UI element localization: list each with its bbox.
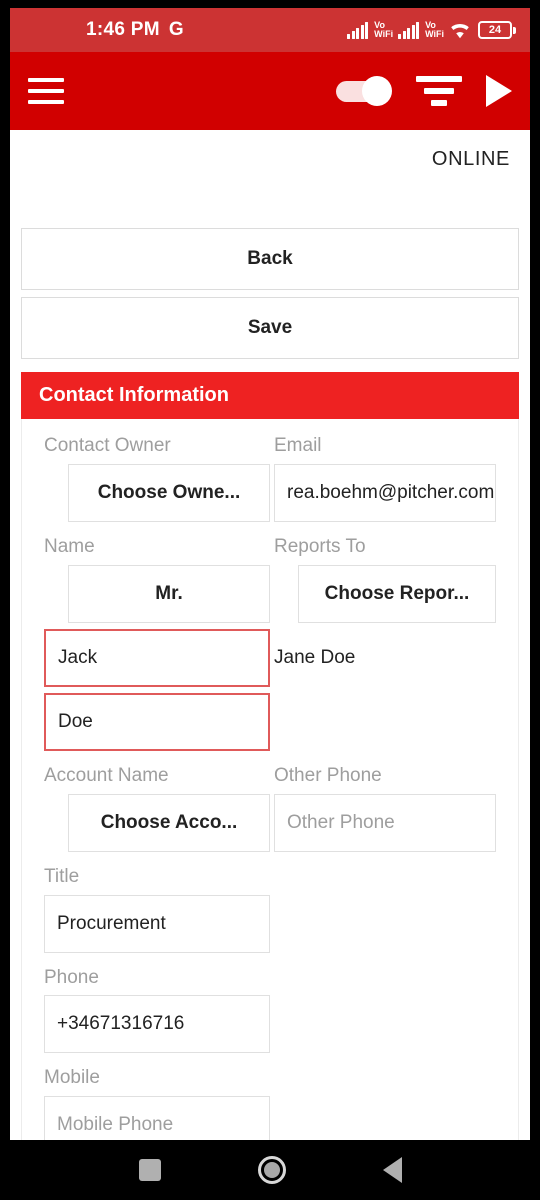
signal-strength-icon-1 xyxy=(347,21,369,39)
email-field[interactable]: rea.boehm@pitcher.com xyxy=(274,463,496,522)
android-navigation-bar xyxy=(0,1140,540,1200)
play-icon[interactable] xyxy=(486,75,512,107)
salutation-field[interactable]: Mr. xyxy=(68,564,270,623)
account-name-chooser[interactable]: Choose Acco... xyxy=(68,793,270,852)
status-icons: Vo WiFi Vo WiFi 24 xyxy=(347,21,516,39)
device-frame: 1:46 PM G Vo WiFi Vo WiFi 24 ONLINE Back… xyxy=(0,0,540,1200)
row-title: Title Procurement xyxy=(22,858,518,959)
toggle-switch-icon[interactable] xyxy=(336,76,392,106)
triangle-back-icon[interactable] xyxy=(382,1157,402,1183)
status-badge: ONLINE xyxy=(431,147,510,170)
row-owner-email: Contact Owner Choose Owne... Email rea.b… xyxy=(22,427,518,528)
account-name-label: Account Name xyxy=(44,764,169,786)
filter-icon[interactable] xyxy=(416,76,462,106)
status-bar: 1:46 PM G Vo WiFi Vo WiFi 24 xyxy=(10,8,530,52)
reports-to-value: Jane Doe xyxy=(274,646,356,668)
app-bar xyxy=(10,52,530,130)
contact-information-card: Contact Owner Choose Owne... Email rea.b… xyxy=(21,419,519,1140)
page-content: ONLINE Back Save Contact Information Con… xyxy=(10,130,530,1140)
contact-information-header: Contact Information xyxy=(21,372,519,419)
row-mobile: Mobile Mobile Phone xyxy=(22,1059,518,1140)
name-label: Name xyxy=(44,535,95,557)
signal-strength-icon-2 xyxy=(398,21,420,39)
online-status-row: ONLINE xyxy=(10,130,530,188)
title-label: Title xyxy=(44,865,80,887)
back-button[interactable]: Back xyxy=(21,228,519,290)
first-name-field[interactable]: Jack xyxy=(44,628,270,687)
other-phone-field[interactable]: Other Phone xyxy=(274,793,496,852)
reports-to-label: Reports To xyxy=(274,535,366,557)
row-account-otherphone: Account Name Choose Acco... Other Phone … xyxy=(22,757,518,858)
volte-wifi-label-1: Vo WiFi xyxy=(374,20,394,39)
mobile-field[interactable]: Mobile Phone xyxy=(44,1096,270,1140)
other-phone-label: Other Phone xyxy=(274,764,382,786)
hamburger-menu-icon[interactable] xyxy=(28,78,64,104)
contact-owner-label: Contact Owner xyxy=(44,435,171,456)
save-button[interactable]: Save xyxy=(21,297,519,359)
reports-to-chooser[interactable]: Choose Repor... xyxy=(298,564,496,623)
mobile-label: Mobile xyxy=(44,1067,100,1089)
circle-home-icon[interactable] xyxy=(257,1156,286,1184)
last-name-field[interactable]: Doe xyxy=(44,692,270,751)
phone-label: Phone xyxy=(44,966,99,988)
row-name-reports: Name Mr. Jack Doe Reports To Choose Repo… xyxy=(22,528,518,757)
wifi-icon xyxy=(449,22,471,39)
square-recents-icon[interactable] xyxy=(138,1159,161,1181)
app-bar-actions xyxy=(336,75,512,107)
email-label: Email xyxy=(274,435,322,456)
battery-level: 24 xyxy=(478,21,512,39)
title-field[interactable]: Procurement xyxy=(44,894,270,953)
status-time: 1:46 PM xyxy=(86,19,160,40)
row-phone: Phone +34671316716 xyxy=(22,959,518,1060)
carrier-glyph: G xyxy=(168,19,184,40)
battery-icon: 24 xyxy=(478,21,516,39)
volte-wifi-label-2: Vo WiFi xyxy=(425,20,444,39)
phone-field[interactable]: +34671316716 xyxy=(44,995,270,1054)
contact-owner-chooser[interactable]: Choose Owne... xyxy=(68,463,270,522)
